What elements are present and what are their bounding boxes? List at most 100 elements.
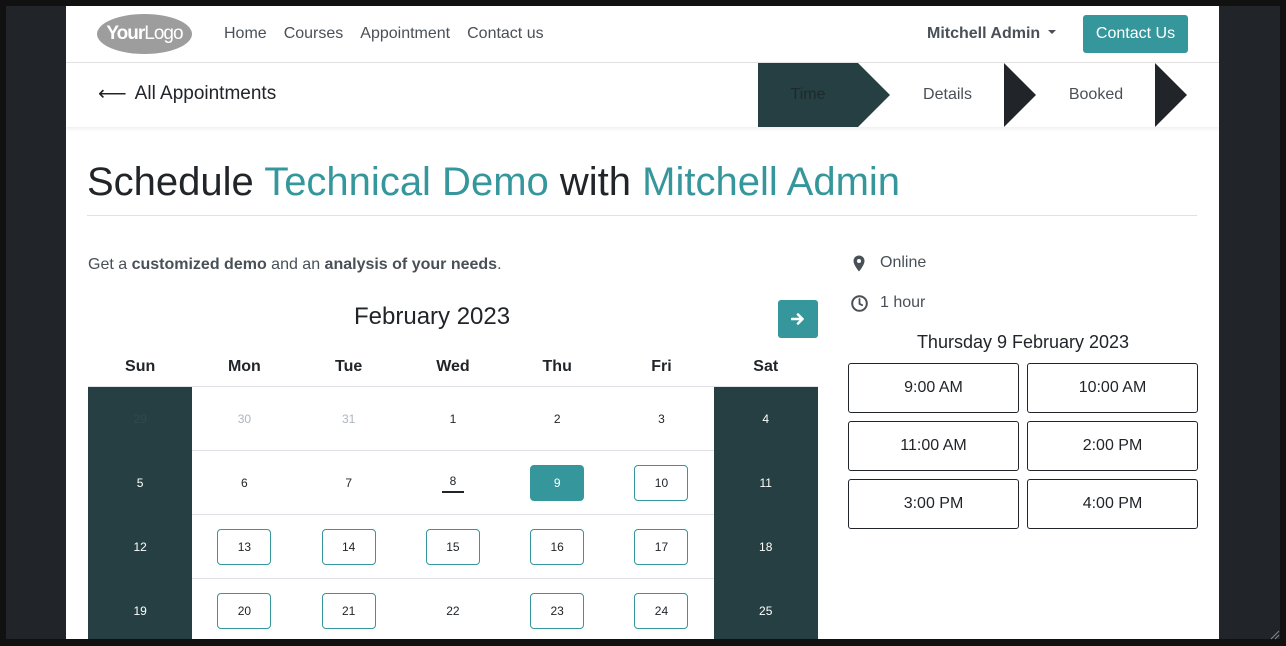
calendar-day-available[interactable]: 20	[217, 593, 272, 629]
calendar-week-row: 29 30 31 1 2 3 4	[88, 386, 818, 451]
calendar-day-available[interactable]: 10	[634, 465, 689, 501]
duration-row: 1 hour	[850, 294, 925, 312]
calendar-day-available[interactable]: 16	[530, 529, 585, 565]
calendar-day-cell: 17	[609, 515, 713, 579]
calendar-day-available[interactable]: 24	[634, 593, 689, 629]
time-slot-button[interactable]: 10:00 AM	[1027, 363, 1198, 413]
page: Your Logo Home Courses Appointment Contac…	[66, 6, 1219, 639]
resize-grip-icon[interactable]	[1268, 628, 1280, 640]
title-prefix: Schedule	[87, 160, 254, 204]
calendar-day-cell: 14	[297, 515, 401, 579]
calendar-day-cell: 4	[713, 387, 818, 451]
back-label: All Appointments	[134, 83, 277, 104]
calendar-month-title: February 2023	[354, 303, 511, 330]
calendar-week-row: 12 13 14 15 16 17 18	[88, 514, 818, 579]
time-slot-button[interactable]: 4:00 PM	[1027, 479, 1198, 529]
logo-text-light: Logo	[144, 23, 183, 44]
calendar-day-selected[interactable]: 9	[530, 465, 585, 501]
contact-us-button[interactable]: Contact Us	[1083, 15, 1188, 53]
location-row: Online	[850, 254, 926, 272]
step-time: Time	[758, 63, 858, 127]
calendar-day-cell: 15	[401, 515, 505, 579]
clock-icon	[850, 294, 868, 312]
calendar-day-available[interactable]: 17	[634, 529, 689, 565]
nav-contact-us[interactable]: Contact us	[467, 25, 543, 43]
calendar-week-row: 5 6 7 8 9 10 11	[88, 450, 818, 515]
calendar-day-cell: 8	[401, 451, 505, 515]
title-middle: with	[559, 160, 632, 204]
nav-home[interactable]: Home	[224, 25, 267, 43]
calendar-day-cell: 21	[297, 579, 401, 639]
calendar-day-cell: 18	[713, 515, 818, 579]
desc-text-1: Get a	[88, 256, 132, 273]
nav-courses[interactable]: Courses	[284, 25, 344, 43]
duration-text: 1 hour	[880, 294, 926, 311]
time-slot-button[interactable]: 3:00 PM	[848, 479, 1019, 529]
weekday-label: Sun	[125, 358, 156, 375]
page-title: Schedule Technical Demo with Mitchell Ad…	[87, 160, 900, 205]
calendar-body: 29 30 31 1 2 3 4 5 6 7 8 9 10 11 12 13 14 15 16 17 18 19 20 21 2…	[88, 386, 818, 639]
calendar-day-cell: 3	[658, 412, 665, 426]
calendar-day-cell: 1	[449, 412, 457, 426]
desc-text-2: and an	[266, 256, 325, 273]
calendar-day-available[interactable]: 21	[321, 593, 376, 629]
calendar-day-cell: 9	[505, 451, 609, 515]
location-text: Online	[880, 254, 927, 271]
calendar: Sun Mon Tue Wed Thu Fri Sat 29 30 31 1 2 3 4 5 6 7 8 9 10 1…	[88, 350, 818, 639]
title-staff-name: Mitchell Admin	[642, 160, 901, 204]
all-appointments-link[interactable]: ⟵ All Appointments	[98, 83, 276, 105]
calendar-day-cell: 16	[505, 515, 609, 579]
calendar-day-cell: 7	[345, 476, 352, 490]
calendar-day-cell: 22	[446, 604, 460, 618]
user-menu[interactable]: Mitchell Admin	[927, 25, 1057, 43]
selected-date-title: Thursday 9 February 2023	[916, 332, 1130, 352]
calendar-day-cell: 13	[192, 515, 296, 579]
calendar-week-row: 19 20 21 22 23 24 25	[88, 578, 818, 639]
calendar-day-cell: 30	[237, 412, 252, 426]
weekday-label: Wed	[436, 358, 470, 375]
calendar-day-cell: 12	[88, 515, 193, 579]
weekday-label: Tue	[335, 358, 363, 375]
calendar-day-cell: 6	[241, 476, 248, 490]
user-name: Mitchell Admin	[927, 25, 1041, 42]
title-divider	[87, 215, 1197, 216]
calendar-day-cell: 24	[609, 579, 713, 639]
site-logo[interactable]: Your Logo	[97, 14, 192, 54]
weekday-label: Sat	[753, 358, 779, 375]
calendar-day-cell: 10	[609, 451, 713, 515]
time-slot-button[interactable]: 2:00 PM	[1027, 421, 1198, 471]
step-booked: Booked	[1068, 86, 1124, 103]
calendar-day-cell: 29	[88, 387, 193, 451]
calendar-day-available[interactable]: 15	[425, 529, 480, 565]
chevron-down-icon	[1048, 29, 1057, 34]
arrow-left-icon: ⟵	[98, 83, 127, 105]
calendar-weekday-header: Sun Mon Tue Wed Thu Fri Sat	[88, 350, 818, 386]
weekday-label: Fri	[651, 358, 672, 375]
appointment-description: Get a customized demo and an analysis of…	[88, 256, 502, 274]
nav-links: Home Courses Appointment Contact us	[224, 25, 544, 43]
calendar-day-cell: 11	[713, 451, 818, 515]
calendar-day-available[interactable]: 13	[217, 529, 272, 565]
calendar-day-cell: 23	[505, 579, 609, 639]
time-slots: 9:00 AM 10:00 AM 11:00 AM 2:00 PM 3:00 PM 4:0…	[848, 363, 1198, 529]
nav-appointment[interactable]: Appointment	[360, 25, 450, 43]
desc-text-3: .	[497, 256, 502, 273]
title-appointment-type: Technical Demo	[264, 160, 549, 204]
calendar-day-cell: 5	[88, 451, 193, 515]
step-booked-arrow	[1155, 63, 1187, 127]
weekday-label: Mon	[227, 358, 261, 375]
step-details: Details	[923, 86, 972, 103]
appointment-subbar: ⟵ All Appointments Time Details Booked	[66, 63, 1219, 127]
map-marker-icon	[850, 255, 868, 272]
logo-text-bold: Your	[106, 23, 145, 44]
next-month-button[interactable]	[778, 300, 818, 338]
time-slot-button[interactable]: 9:00 AM	[848, 363, 1019, 413]
calendar-day-cell: 20	[192, 579, 296, 639]
calendar-day-available[interactable]: 23	[530, 593, 585, 629]
calendar-day-available[interactable]: 14	[321, 529, 376, 565]
desc-bold-2: analysis of your needs	[324, 256, 498, 273]
calendar-day-cell: 25	[713, 579, 818, 639]
arrow-right-icon	[791, 313, 804, 325]
time-slot-button[interactable]: 11:00 AM	[848, 421, 1019, 471]
top-navbar: Your Logo Home Courses Appointment Contac…	[66, 6, 1219, 63]
